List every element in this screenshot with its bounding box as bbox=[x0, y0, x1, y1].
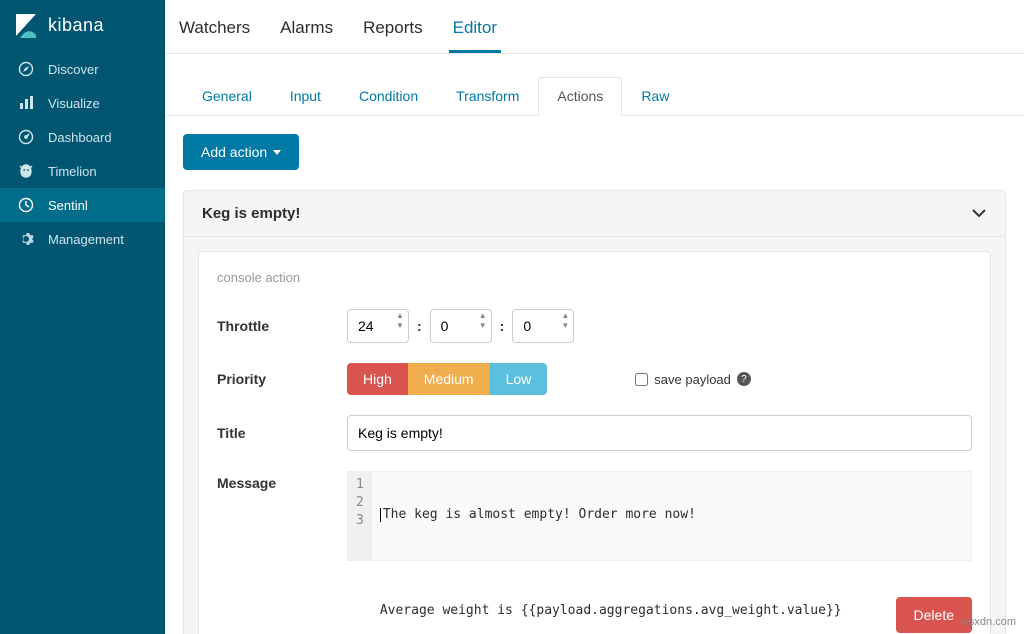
clock-icon bbox=[18, 197, 34, 213]
priority-segmented: High Medium Low bbox=[347, 363, 547, 395]
sidebar-item-management[interactable]: Management bbox=[0, 222, 165, 256]
sidebar-item-label: Visualize bbox=[48, 96, 100, 111]
subtab-general[interactable]: General bbox=[183, 77, 271, 116]
sidebar-nav: Discover Visualize Dashboard Timelion Se… bbox=[0, 52, 165, 256]
gear-icon bbox=[18, 231, 34, 247]
message-line bbox=[380, 554, 963, 572]
tab-editor[interactable]: Editor bbox=[449, 0, 501, 53]
main: Watchers Alarms Reports Editor General I… bbox=[165, 0, 1024, 634]
message-line: The keg is almost empty! Order more now! bbox=[380, 506, 963, 524]
action-panel: Keg is empty! console action Throttle bbox=[183, 190, 1006, 634]
priority-medium[interactable]: Medium bbox=[408, 363, 490, 395]
action-subpanel: console action Throttle ▲▼ : bbox=[198, 251, 991, 634]
action-panel-header[interactable]: Keg is empty! bbox=[184, 191, 1005, 237]
message-line: Average weight is {{payload.aggregations… bbox=[380, 602, 963, 620]
brand-name: kibana bbox=[48, 15, 104, 36]
compass-icon bbox=[18, 61, 34, 77]
kibana-logo-icon bbox=[14, 12, 38, 38]
sidebar-item-visualize[interactable]: Visualize bbox=[0, 86, 165, 120]
watermark: wsxdn.com bbox=[961, 616, 1016, 628]
chart-icon bbox=[18, 95, 34, 111]
subtab-transform[interactable]: Transform bbox=[437, 77, 538, 116]
tab-watchers[interactable]: Watchers bbox=[175, 0, 254, 53]
subtab-condition[interactable]: Condition bbox=[340, 77, 437, 116]
editor-code[interactable]: The keg is almost empty! Order more now!… bbox=[372, 472, 971, 560]
throttle-label: Throttle bbox=[217, 318, 347, 334]
sidebar-item-dashboard[interactable]: Dashboard bbox=[0, 120, 165, 154]
subtab-actions[interactable]: Actions bbox=[538, 77, 622, 116]
sidebar-item-sentinl[interactable]: Sentinl bbox=[0, 188, 165, 222]
sidebar-item-label: Dashboard bbox=[48, 130, 112, 145]
help-icon[interactable]: ? bbox=[737, 372, 751, 386]
top-nav: Watchers Alarms Reports Editor bbox=[165, 0, 1024, 54]
chevron-down-icon bbox=[971, 205, 987, 222]
stepper-icons[interactable]: ▲▼ bbox=[560, 312, 570, 330]
caret-down-icon bbox=[273, 150, 281, 155]
stepper-icons[interactable]: ▲▼ bbox=[395, 312, 405, 330]
sidebar-item-label: Management bbox=[48, 232, 124, 247]
subtab-raw[interactable]: Raw bbox=[622, 77, 688, 116]
priority-label: Priority bbox=[217, 371, 347, 387]
brand: kibana bbox=[0, 0, 165, 52]
tab-alarms[interactable]: Alarms bbox=[276, 0, 337, 53]
message-label: Message bbox=[217, 471, 347, 491]
save-payload-checkbox[interactable] bbox=[635, 373, 648, 386]
title-input[interactable] bbox=[347, 415, 972, 451]
sidebar-item-label: Sentinl bbox=[48, 198, 88, 213]
timelion-icon bbox=[18, 163, 34, 179]
gauge-icon bbox=[18, 129, 34, 145]
editor-gutter: 123 bbox=[348, 472, 372, 560]
priority-high[interactable]: High bbox=[347, 363, 408, 395]
sidebar-item-label: Timelion bbox=[48, 164, 97, 179]
stepper-icons[interactable]: ▲▼ bbox=[478, 312, 488, 330]
action-type-label: console action bbox=[217, 270, 972, 285]
save-payload-label: save payload bbox=[654, 372, 731, 387]
sidebar-item-label: Discover bbox=[48, 62, 99, 77]
subtab-input[interactable]: Input bbox=[271, 77, 340, 116]
time-separator: : bbox=[417, 318, 422, 334]
sidebar: kibana Discover Visualize Dashboard Time… bbox=[0, 0, 165, 634]
editor-subnav: General Input Condition Transform Action… bbox=[183, 76, 1006, 115]
title-label: Title bbox=[217, 425, 347, 441]
priority-low[interactable]: Low bbox=[490, 363, 548, 395]
tab-reports[interactable]: Reports bbox=[359, 0, 427, 53]
action-panel-title: Keg is empty! bbox=[202, 205, 300, 222]
add-action-button[interactable]: Add action bbox=[183, 134, 299, 170]
sidebar-item-discover[interactable]: Discover bbox=[0, 52, 165, 86]
sidebar-item-timelion[interactable]: Timelion bbox=[0, 154, 165, 188]
save-payload-option[interactable]: save payload ? bbox=[635, 372, 751, 387]
time-separator: : bbox=[500, 318, 505, 334]
add-action-label: Add action bbox=[201, 144, 267, 160]
message-editor[interactable]: 123 The keg is almost empty! Order more … bbox=[347, 471, 972, 561]
